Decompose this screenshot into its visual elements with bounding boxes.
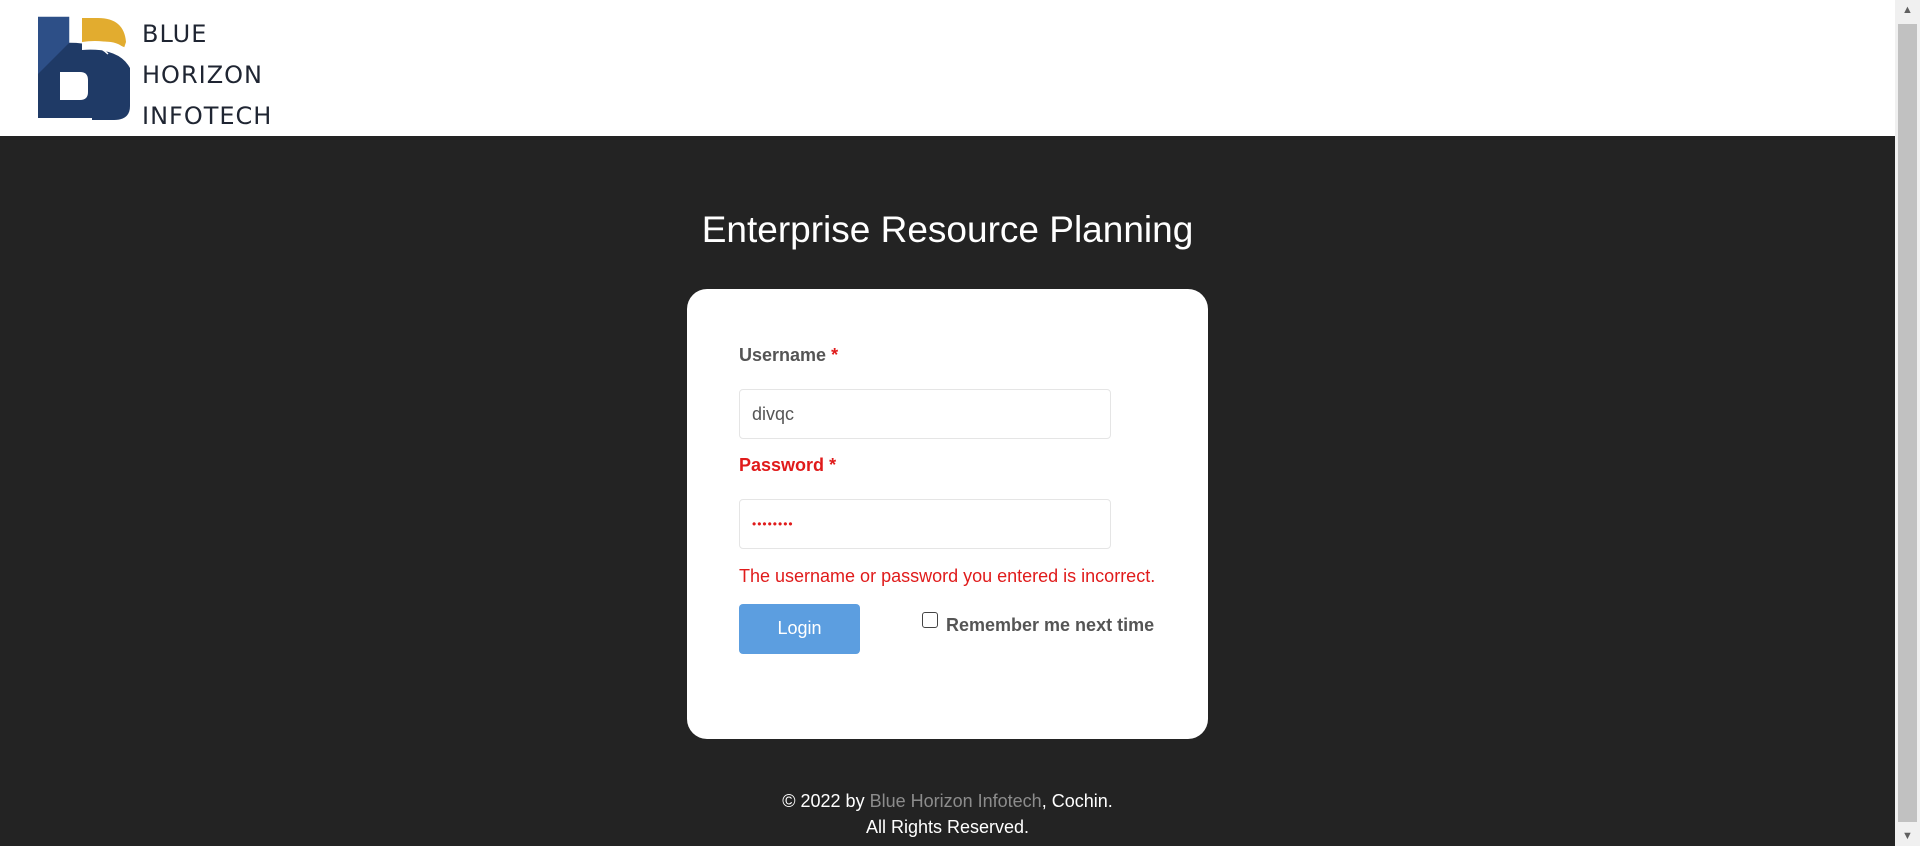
password-label: Password * [739, 455, 836, 476]
login-button[interactable]: Login [739, 604, 860, 654]
logo-line: HORIZON [142, 61, 263, 89]
scroll-down-icon[interactable]: ▼ [1895, 826, 1920, 846]
scroll-thumb[interactable] [1898, 24, 1917, 822]
page-title: Enterprise Resource Planning [701, 209, 1194, 250]
required-marker: * [831, 345, 839, 365]
required-marker: * [829, 455, 837, 475]
rights-line: All Rights Reserved. [865, 817, 1030, 837]
page-header: BLUE HORIZON INFOTECH [0, 0, 1895, 136]
vertical-scrollbar[interactable]: ▲ ▼ [1895, 0, 1920, 846]
password-input[interactable]: •••••••• [739, 499, 1111, 549]
copyright-line: © 2022 by Blue Horizon Infotech, Cochin. [0, 788, 1895, 814]
logo-line: INFOTECH [142, 102, 273, 130]
password-value: •••••••• [752, 517, 794, 531]
logo-wordmark: BLUE HORIZON INFOTECH [142, 14, 272, 137]
page-footer: © 2022 by Blue Horizon Infotech, Cochin.… [0, 788, 1895, 840]
company-link[interactable]: Blue Horizon Infotech [870, 791, 1042, 811]
logo-line: BLUE [142, 20, 208, 48]
login-error-message: The username or password you entered is … [739, 566, 1156, 586]
remember-me-label: Remember me next time [946, 615, 1155, 635]
username-input[interactable]: divqc [739, 389, 1111, 439]
username-label: Username * [739, 345, 838, 366]
main-content: Enterprise Resource Planning Username * … [0, 136, 1895, 846]
username-value: divqc [752, 404, 795, 424]
logo-mark [38, 15, 130, 120]
copyright-suffix: , Cochin. [1041, 791, 1113, 811]
company-logo: BLUE HORIZON INFOTECH [36, 14, 276, 130]
scroll-up-icon[interactable]: ▲ [1895, 0, 1920, 20]
copyright-prefix: © 2022 by [782, 791, 870, 811]
remember-me-checkbox[interactable] [922, 612, 938, 628]
login-card: Username * divqc Password * •••••••• The… [687, 289, 1208, 739]
username-label-text: Username [739, 345, 827, 365]
password-label-text: Password [739, 455, 825, 475]
